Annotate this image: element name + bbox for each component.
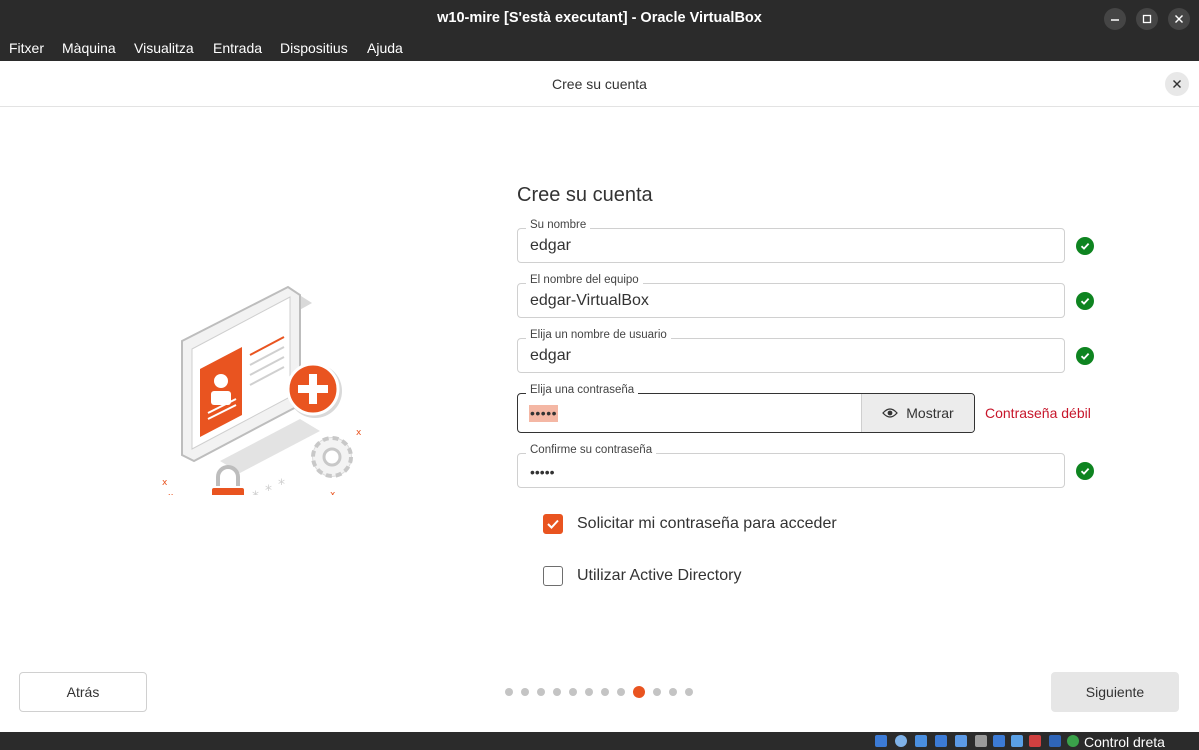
mouse-integration-icon[interactable] <box>1067 735 1079 747</box>
eye-icon <box>882 408 899 418</box>
progress-dot <box>553 688 561 696</box>
back-button[interactable]: Atrás <box>19 672 147 712</box>
installer-dialog: Cree su cuenta * * x x x Cree su cuenta … <box>0 61 1199 732</box>
progress-dot <box>585 688 593 696</box>
username-valid-icon <box>1076 347 1094 365</box>
window-titlebar: w10-mire [S'està executant] - Oracle Vir… <box>0 0 1199 37</box>
svg-text:x: x <box>162 478 168 488</box>
vt-x-icon[interactable] <box>1049 735 1061 747</box>
svg-text:x: x <box>330 490 336 495</box>
progress-dot-current <box>633 686 645 698</box>
password-value: ••••• <box>529 405 559 422</box>
progress-dot <box>537 688 545 696</box>
computer-name-valid-icon <box>1076 292 1094 310</box>
window-close-button[interactable] <box>1168 8 1190 30</box>
maximize-icon <box>1142 14 1152 24</box>
display-icon[interactable] <box>993 735 1005 747</box>
confirm-password-label: Confirme su contraseña <box>526 444 657 456</box>
optical-drive-icon[interactable] <box>895 735 907 747</box>
dialog-header: Cree su cuenta <box>0 61 1199 107</box>
host-key-label: Control dreta <box>1084 734 1165 750</box>
statusbar: Control dreta <box>0 732 1199 750</box>
svg-text:x: x <box>356 428 362 438</box>
progress-dot <box>685 688 693 696</box>
name-field[interactable]: Su nombre edgar <box>517 219 1065 263</box>
require-password-checkbox[interactable] <box>543 514 563 534</box>
close-icon <box>1173 80 1181 88</box>
maximize-button[interactable] <box>1136 8 1158 30</box>
minimize-icon <box>1111 19 1119 21</box>
password-label: Elija una contraseña <box>526 384 639 396</box>
password-field[interactable]: Elija una contraseña ••••• Mostrar <box>517 384 975 433</box>
close-icon <box>1175 15 1183 23</box>
username-label: Elija un nombre de usuario <box>526 329 671 341</box>
show-password-label: Mostrar <box>906 405 954 421</box>
page-heading: Cree su cuenta <box>517 184 653 206</box>
show-password-button[interactable]: Mostrar <box>861 394 974 432</box>
progress-dot <box>653 688 661 696</box>
progress-dot <box>505 688 513 696</box>
active-directory-label[interactable]: Utilizar Active Directory <box>577 567 741 585</box>
computer-name-label: El nombre del equipo <box>526 274 643 286</box>
confirm-password-value: ••••• <box>530 464 555 480</box>
menu-view[interactable]: Visualitza <box>134 40 194 56</box>
window-title: w10-mire [S'està executant] - Oracle Vir… <box>437 10 762 26</box>
progress-dot <box>601 688 609 696</box>
shared-folders-icon[interactable] <box>975 735 987 747</box>
username-field[interactable]: Elija un nombre de usuario edgar <box>517 329 1065 373</box>
name-field-value: edgar <box>530 237 571 254</box>
recording-icon[interactable] <box>1011 735 1023 747</box>
dialog-close-button[interactable] <box>1165 72 1189 96</box>
computer-name-value: edgar-VirtualBox <box>530 292 649 309</box>
audio-icon[interactable] <box>915 735 927 747</box>
next-button[interactable]: Siguiente <box>1051 672 1179 712</box>
progress-dot <box>617 688 625 696</box>
confirm-password-valid-icon <box>1076 462 1094 480</box>
require-password-label[interactable]: Solicitar mi contraseña para acceder <box>577 515 837 533</box>
virtualization-icon[interactable] <box>1029 735 1041 747</box>
confirm-password-field[interactable]: Confirme su contraseña ••••• <box>517 444 1065 488</box>
menu-devices[interactable]: Dispositius <box>280 40 348 56</box>
password-strength: Contraseña débil <box>985 405 1091 421</box>
menu-input[interactable]: Entrada <box>213 40 262 56</box>
dialog-title: Cree su cuenta <box>552 76 647 92</box>
name-valid-icon <box>1076 237 1094 255</box>
menu-machine[interactable]: Màquina <box>62 40 116 56</box>
usb-icon[interactable] <box>955 735 967 747</box>
active-directory-checkbox[interactable] <box>543 566 563 586</box>
hard-disk-icon[interactable] <box>875 735 887 747</box>
minimize-button[interactable] <box>1104 8 1126 30</box>
menu-file[interactable]: Fitxer <box>9 40 44 56</box>
progress-dot <box>669 688 677 696</box>
svg-text:*: * <box>252 489 259 495</box>
name-field-label: Su nombre <box>526 219 591 231</box>
menubar: Fitxer Màquina Visualitza Entrada Dispos… <box>0 37 1199 61</box>
menu-help[interactable]: Ajuda <box>367 40 403 56</box>
progress-dot <box>569 688 577 696</box>
account-security-illustration: * * * x x x x <box>160 285 375 543</box>
svg-text:*: * <box>278 477 285 493</box>
progress-dot <box>521 688 529 696</box>
username-value: edgar <box>530 347 571 364</box>
svg-text:*: * <box>265 483 272 495</box>
svg-text:x: x <box>168 492 174 495</box>
network-icon[interactable] <box>935 735 947 747</box>
checkmark-icon <box>547 519 559 529</box>
computer-name-field[interactable]: El nombre del equipo edgar-VirtualBox <box>517 274 1065 318</box>
